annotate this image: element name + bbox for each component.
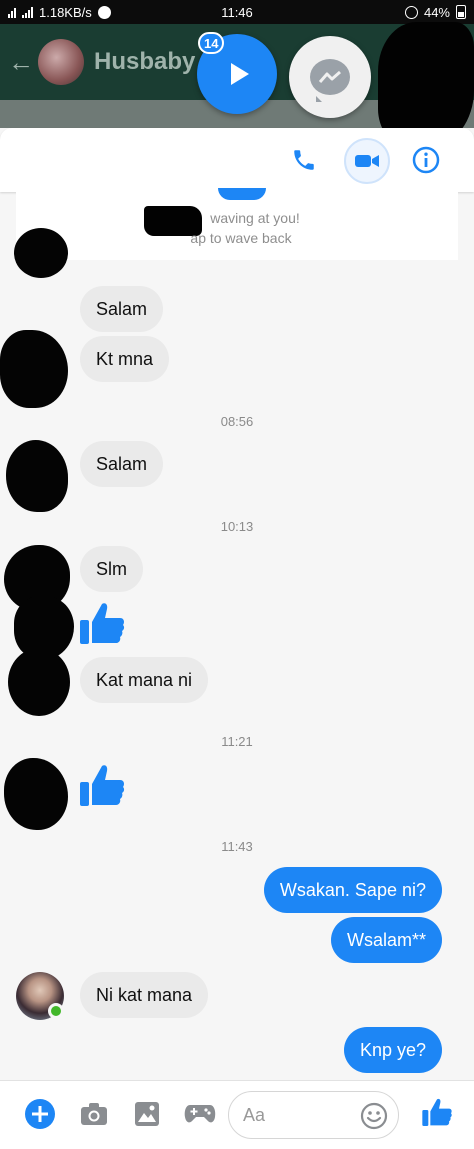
message-bubble-incoming[interactable]: Salam <box>80 286 164 332</box>
info-icon[interactable] <box>410 144 442 176</box>
message-bubble-incoming[interactable]: Kt mna <box>80 336 170 382</box>
redacted-avatar <box>14 228 68 278</box>
message-input[interactable] <box>243 1092 353 1138</box>
wave-avatar <box>218 188 266 200</box>
message-bubble-outgoing[interactable]: Knp ye? <box>343 1027 442 1073</box>
screen: 1.18KB/s 11:46 44% ← Husbaby 14 waving a… <box>0 0 474 1149</box>
signal-icon <box>22 6 33 18</box>
redacted-avatar <box>6 440 68 512</box>
timestamp: 11:43 <box>221 839 253 854</box>
message-bubble-outgoing[interactable]: Wsakan. Sape ni? <box>263 867 442 913</box>
timestamp: 08:56 <box>220 414 254 429</box>
plus-icon[interactable] <box>24 1098 56 1130</box>
redacted-avatar <box>8 648 70 716</box>
gamepad-icon[interactable] <box>184 1098 216 1130</box>
chat-header <box>0 128 474 192</box>
like-icon[interactable] <box>78 762 126 808</box>
emoji-icon[interactable] <box>360 1102 388 1130</box>
contact-avatar <box>38 39 84 85</box>
wave-text: waving at you! <box>210 210 300 226</box>
battery-icon <box>456 5 466 19</box>
video-camera-icon <box>355 155 379 167</box>
image-icon[interactable] <box>131 1098 163 1130</box>
timestamp: 10:13 <box>220 519 254 534</box>
wave-action[interactable]: ap to wave back <box>0 230 474 246</box>
online-indicator <box>48 1003 64 1019</box>
message-bubble-outgoing[interactable]: Wsalam** <box>330 917 442 963</box>
wave-card[interactable] <box>16 192 458 260</box>
like-icon[interactable] <box>420 1095 454 1129</box>
clock: 11:46 <box>221 4 253 20</box>
like-icon[interactable] <box>78 600 126 646</box>
messenger-chat-head[interactable] <box>289 36 371 118</box>
timestamp: 11:21 <box>221 734 253 749</box>
phone-icon[interactable] <box>288 144 320 176</box>
back-arrow-icon[interactable]: ← <box>8 47 34 78</box>
video-call-button[interactable] <box>344 138 390 184</box>
redacted-avatar <box>0 330 68 408</box>
message-bubble-incoming[interactable]: Kat mana ni <box>80 657 209 703</box>
alarm-icon <box>404 5 418 19</box>
contact-name: Husbaby <box>94 48 196 75</box>
message-input-container[interactable] <box>228 1091 399 1139</box>
status-bar: 1.18KB/s 11:46 44% <box>0 0 474 24</box>
signal-icon <box>8 7 16 18</box>
composer-bar <box>0 1080 474 1149</box>
camera-icon[interactable] <box>78 1098 110 1130</box>
battery-percent: 44% <box>423 4 450 20</box>
messenger-icon <box>310 59 350 102</box>
message-bubble-incoming[interactable]: Slm <box>80 546 143 592</box>
message-bubble-incoming[interactable]: Ni kat mana <box>80 972 209 1018</box>
message-bubble-incoming[interactable]: Salam <box>80 441 164 487</box>
unread-badge: 14 <box>198 32 225 54</box>
redacted-avatar <box>4 758 68 830</box>
play-icon <box>231 63 249 85</box>
messenger-notification-icon <box>97 5 111 19</box>
network-speed: 1.18KB/s <box>39 4 92 20</box>
